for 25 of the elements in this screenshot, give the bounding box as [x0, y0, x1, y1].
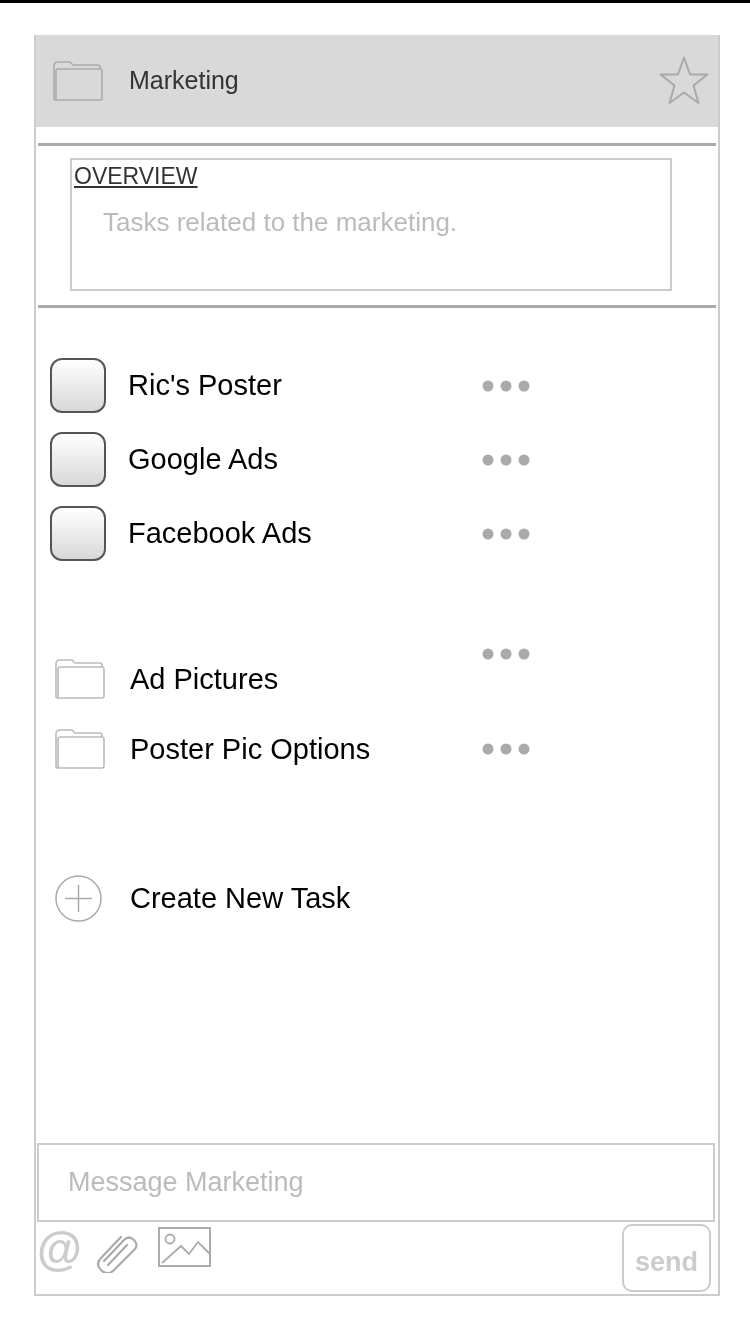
checkbox[interactable] — [50, 432, 106, 487]
folder-icon — [53, 61, 103, 101]
checkbox[interactable] — [50, 506, 106, 561]
folder-icon — [55, 659, 105, 699]
task-label: Ric's Poster — [128, 368, 283, 403]
overview-description: Tasks related to the marketing. — [103, 207, 459, 239]
folder-label: Poster Pic Options — [130, 731, 372, 767]
task-label: Google Ads — [128, 442, 279, 477]
more-icon[interactable] — [482, 379, 530, 392]
star-icon[interactable] — [659, 56, 709, 106]
checkbox[interactable] — [50, 358, 106, 413]
create-task-link[interactable]: Create New Task — [130, 881, 484, 916]
more-icon[interactable] — [482, 453, 530, 466]
add-icon[interactable] — [55, 875, 102, 922]
folder-label: Ad Pictures — [130, 661, 280, 697]
more-icon[interactable] — [482, 743, 530, 755]
task-label: Facebook Ads — [128, 516, 313, 551]
image-icon[interactable] — [157, 1227, 211, 1267]
message-field[interactable]: Message Marketing — [37, 1143, 715, 1222]
overview-heading: OVERVIEW — [74, 164, 199, 190]
mention-button[interactable]: @ — [37, 1226, 82, 1272]
header-title: Marketing — [129, 65, 239, 97]
folder-icon — [55, 729, 105, 769]
more-icon[interactable] — [482, 527, 530, 540]
more-icon[interactable] — [482, 648, 530, 660]
